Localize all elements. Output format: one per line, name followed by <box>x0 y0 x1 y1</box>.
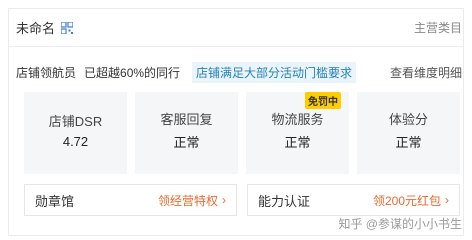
qr-code-icon[interactable] <box>60 21 74 35</box>
metric-label: 物流服务 <box>271 112 324 127</box>
chevron-right-icon: › <box>222 193 226 207</box>
metric-value: 正常 <box>173 135 200 150</box>
honor-hall-title: 勋章馆 <box>35 193 75 209</box>
metric-label: 客服回复 <box>160 112 213 127</box>
level-description: 已超越60%的同行 <box>84 65 181 80</box>
chevron-right-icon: › <box>445 193 449 207</box>
shop-level-row: 店铺领航员 已超越60%的同行 店铺满足大部分活动门槛要求 查看维度明细 <box>16 60 462 84</box>
metric-experience-score[interactable]: 体验分 正常 <box>357 92 460 174</box>
metric-value: 4.72 <box>62 134 89 149</box>
ability-certification-item[interactable]: 能力认证 领200元红包 › <box>247 184 460 216</box>
header-divider <box>8 46 464 47</box>
metric-value: 正常 <box>284 135 311 150</box>
shop-header: 未命名 主营类目 <box>16 16 462 38</box>
metric-logistics[interactable]: 免罚中 物流服务 正常 <box>246 92 349 174</box>
ability-certification-title: 能力认证 <box>258 193 311 209</box>
metric-label: 体验分 <box>388 112 428 127</box>
bottom-links-row: 勋章馆 领经营特权 › 能力认证 领200元红包 › <box>24 184 460 216</box>
metrics-row: 店铺DSR 4.72 客服回复 正常 免罚中 物流服务 正常 体验分 正常 <box>24 92 460 174</box>
main-category-link[interactable]: 主营类目 <box>414 19 462 36</box>
shop-name: 未命名 <box>16 20 56 36</box>
metric-label: 店铺DSR <box>48 114 103 129</box>
metric-customer-service[interactable]: 客服回复 正常 <box>135 92 238 174</box>
claim-red-packet-link[interactable]: 领200元红包 <box>373 192 441 209</box>
promo-eligibility-tag: 店铺满足大部分活动门槛要求 <box>192 61 357 83</box>
level-title: 店铺领航员 <box>16 65 77 80</box>
watermark: 知乎 @参谋的小小书生 <box>338 217 462 231</box>
penalty-exempt-badge: 免罚中 <box>305 92 341 109</box>
claim-privilege-link[interactable]: 领经营特权 <box>158 192 218 209</box>
honor-hall-item[interactable]: 勋章馆 领经营特权 › <box>24 184 237 216</box>
metric-dsr[interactable]: 店铺DSR 4.72 <box>24 92 127 174</box>
view-dimension-details-link[interactable]: 查看维度明细 <box>390 64 462 81</box>
metric-value: 正常 <box>395 135 422 150</box>
